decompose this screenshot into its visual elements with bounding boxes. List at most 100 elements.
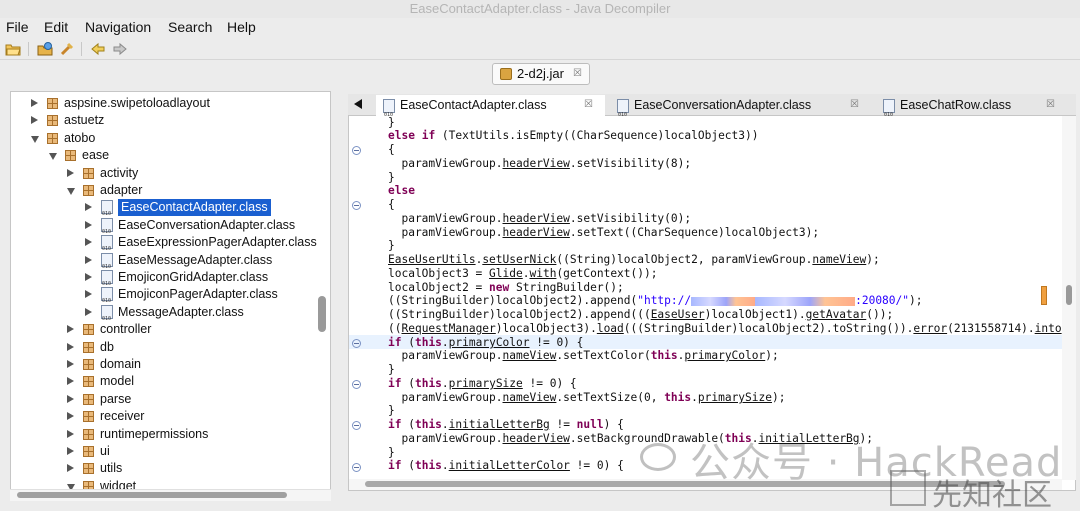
- tree-item-class[interactable]: EaseMessageAdapter.class: [11, 252, 311, 276]
- tree-item-package[interactable]: utils: [11, 460, 311, 477]
- close-icon[interactable]: ☒: [850, 95, 859, 115]
- menu-bar: File Edit Navigation Search Help: [0, 18, 1080, 38]
- close-icon[interactable]: ☒: [573, 64, 582, 84]
- tree-item-class[interactable]: EmojiconGridAdapter.class: [11, 269, 311, 293]
- chevron-right-icon[interactable]: [67, 429, 74, 438]
- code-line: else: [388, 184, 415, 197]
- chevron-right-icon[interactable]: [85, 273, 92, 281]
- tree-item-package[interactable]: db: [11, 339, 311, 356]
- tree-item-class[interactable]: EaseExpressionPagerAdapter.class: [11, 234, 317, 258]
- redacted-url: [691, 296, 756, 306]
- search-icon[interactable]: [59, 41, 75, 57]
- chevron-right-icon[interactable]: [85, 220, 92, 229]
- code-line: paramViewGroup.headerView.setVisibility(…: [388, 157, 692, 170]
- tree-item-package[interactable]: receiver: [11, 408, 311, 425]
- tree-item-package[interactable]: adapter: [11, 182, 311, 199]
- menu-edit[interactable]: Edit: [44, 19, 68, 35]
- package-icon: [83, 428, 94, 440]
- editor-vertical-scrollbar[interactable]: [1066, 285, 1072, 305]
- tab-label: EaseContactAdapter.class: [400, 98, 547, 112]
- package-icon: [47, 132, 58, 144]
- close-icon[interactable]: ☒: [584, 95, 593, 115]
- tree-item-label: runtimepermissions: [100, 426, 209, 441]
- code-line: paramViewGroup.headerView.setText((CharS…: [388, 226, 820, 239]
- tree-item-class[interactable]: MessageAdapter.class: [11, 304, 311, 328]
- tree-item-class[interactable]: EmojiconPagerAdapter.class: [11, 286, 311, 310]
- chevron-down-icon[interactable]: [67, 188, 75, 195]
- fold-icon[interactable]: [352, 380, 361, 389]
- class-file-icon: [617, 99, 629, 125]
- chevron-right-icon[interactable]: [67, 412, 74, 421]
- code-line: paramViewGroup.nameView.setTextColor(thi…: [388, 349, 779, 362]
- fold-icon[interactable]: [352, 463, 361, 472]
- chevron-down-icon[interactable]: [31, 135, 39, 143]
- code-line: localObject2 = new StringBuilder();: [388, 281, 624, 294]
- back-icon[interactable]: [90, 41, 106, 57]
- fold-icon[interactable]: [352, 146, 361, 155]
- chevron-right-icon[interactable]: [67, 342, 74, 351]
- fold-icon[interactable]: [352, 421, 361, 430]
- menu-help[interactable]: Help: [227, 19, 256, 35]
- chevron-right-icon[interactable]: [85, 238, 92, 247]
- tree-item-package[interactable]: controller: [11, 321, 311, 338]
- chevron-right-icon[interactable]: [31, 99, 38, 107]
- tree-item-label: EmojiconGridAdapter.class: [118, 270, 269, 284]
- search-result-marker[interactable]: [1041, 286, 1047, 305]
- code-line: if (this.initialLetterBg != null) {: [388, 418, 624, 431]
- package-tree[interactable]: aspsine.swipetoloadlayout astuetz atobo eas…: [10, 91, 331, 501]
- tab-scroll-left-icon[interactable]: [354, 99, 362, 109]
- menu-file[interactable]: File: [6, 19, 29, 35]
- package-icon: [83, 341, 94, 353]
- open-folder-icon[interactable]: [37, 41, 53, 57]
- package-icon: [65, 150, 76, 162]
- menu-search[interactable]: Search: [168, 19, 212, 35]
- tree-item-package[interactable]: ui: [11, 443, 311, 460]
- tab-ease-conversation-adapter[interactable]: EaseConversationAdapter.class ☒: [610, 95, 866, 125]
- tree-item-class[interactable]: EaseContactAdapter.class: [11, 199, 311, 223]
- tree-item-package[interactable]: ease: [11, 147, 311, 164]
- package-icon: [83, 359, 94, 370]
- chevron-right-icon[interactable]: [85, 203, 92, 212]
- chevron-right-icon[interactable]: [67, 360, 74, 368]
- tree-item-package[interactable]: parse: [11, 391, 311, 408]
- tree-item-class[interactable]: EaseConversationAdapter.class: [11, 217, 311, 241]
- chevron-right-icon[interactable]: [31, 116, 38, 125]
- code-line: paramViewGroup.headerView.setVisibility(…: [388, 212, 692, 225]
- forward-icon[interactable]: [112, 41, 128, 57]
- chevron-right-icon[interactable]: [67, 377, 74, 386]
- menu-navigation[interactable]: Navigation: [85, 19, 151, 35]
- code-line: ((StringBuilder)localObject2).append("ht…: [388, 294, 923, 307]
- tree-horizontal-scrollbar[interactable]: [17, 492, 287, 498]
- tree-item-package[interactable]: domain: [11, 356, 311, 373]
- open-file-icon[interactable]: [5, 41, 21, 57]
- tree-item-package[interactable]: atobo: [11, 130, 311, 147]
- tree-item-package[interactable]: astuetz: [11, 112, 311, 129]
- chevron-right-icon[interactable]: [67, 394, 74, 403]
- fold-icon[interactable]: [352, 339, 361, 348]
- tree-item-package[interactable]: activity: [11, 165, 311, 182]
- chevron-down-icon[interactable]: [49, 153, 57, 161]
- chevron-right-icon[interactable]: [85, 307, 92, 316]
- tab-ease-contact-adapter[interactable]: EaseContactAdapter.class ☒: [376, 95, 605, 125]
- chevron-right-icon[interactable]: [67, 325, 74, 334]
- code-line: }: [388, 171, 395, 184]
- chevron-right-icon[interactable]: [85, 290, 92, 299]
- code-line: if (this.primaryColor != 0) {: [388, 336, 584, 349]
- tab-ease-chat-row[interactable]: EaseChatRow.class ☒: [876, 95, 1062, 125]
- close-icon[interactable]: ☒: [1046, 95, 1055, 115]
- tree-item-package[interactable]: aspsine.swipetoloadlayout: [11, 95, 311, 112]
- tree-vertical-scrollbar[interactable]: [318, 296, 326, 332]
- fold-icon[interactable]: [352, 201, 361, 210]
- chevron-right-icon[interactable]: [67, 168, 74, 177]
- watermark-text-secondary: 先知社区: [932, 478, 1052, 511]
- tree-item-label: EaseConversationAdapter.class: [118, 217, 296, 232]
- chevron-right-icon[interactable]: [67, 447, 74, 455]
- chevron-right-icon[interactable]: [67, 464, 74, 473]
- tree-item-label: model: [100, 374, 135, 389]
- tree-item-label: astuetz: [64, 113, 105, 128]
- class-file-icon: [101, 235, 113, 258]
- tree-item-package[interactable]: runtimepermissions: [11, 426, 311, 443]
- chevron-right-icon[interactable]: [85, 255, 92, 264]
- jar-tab[interactable]: 2-d2j.jar ☒: [492, 63, 590, 85]
- tree-item-package[interactable]: model: [11, 373, 311, 390]
